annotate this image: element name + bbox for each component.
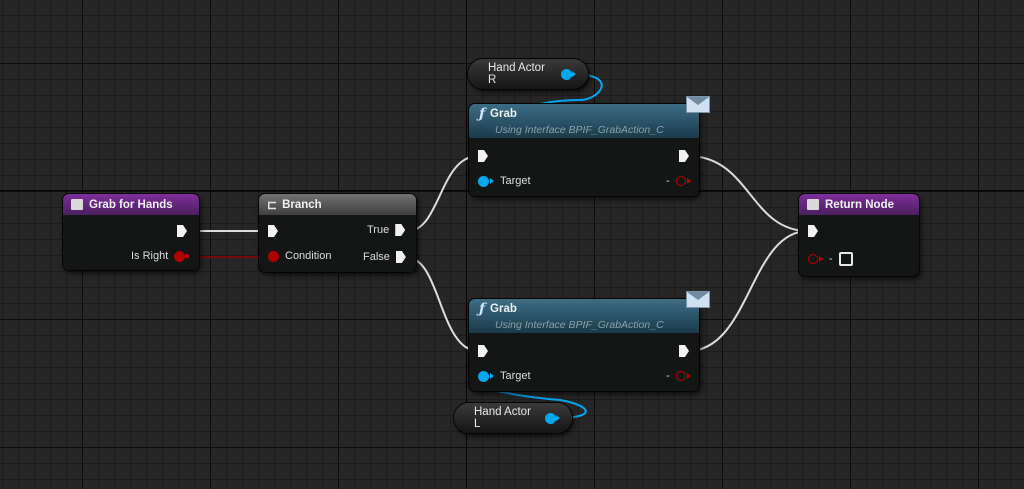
pin-arrow-icon (490, 373, 494, 379)
return-node-icon (807, 199, 819, 210)
exec-in-pin[interactable] (478, 345, 488, 357)
hand-actor-l-pin[interactable] (545, 412, 556, 424)
false-label: False (363, 251, 390, 263)
entry-exec-out-row[interactable] (177, 225, 187, 237)
return-value-checkbox[interactable] (838, 252, 853, 266)
condition-row[interactable]: Condition (268, 250, 331, 262)
envelope-icon (686, 96, 710, 113)
return-value-pin[interactable] (675, 371, 686, 381)
pin-arrow-icon (572, 71, 576, 77)
grab-bottom-header[interactable]: ƒ Grab Using Interface BPIF_GrabAction_C (469, 299, 699, 333)
hand-actor-r-node[interactable]: Hand Actor R (468, 59, 588, 89)
pin-arrow-icon (819, 256, 823, 262)
branch-icon: ⊏ (267, 197, 278, 212)
grab-for-hands-header[interactable]: Grab for Hands (63, 194, 199, 215)
false-exec-pin[interactable] (395, 251, 406, 263)
return-node-title: Return Node (825, 198, 894, 211)
exec-out-pin[interactable] (679, 150, 689, 162)
branch-node[interactable]: ⊏ Branch Condition True False (259, 194, 416, 272)
grab-top-exec-out-row[interactable] (679, 150, 689, 162)
grab-top-return-row[interactable]: - (666, 175, 691, 187)
branch-exec-in-row[interactable] (268, 225, 278, 237)
grab-for-hands-node[interactable]: Grab for Hands Is Right (63, 194, 199, 270)
grab-top-target-row[interactable]: Target (478, 175, 531, 187)
grab-bottom-title: Grab (490, 303, 517, 315)
branch-title: Branch (282, 198, 322, 211)
pin-arrow-icon (686, 178, 691, 184)
pin-arrow-icon (490, 178, 494, 184)
exec-wire-grab-top-return (687, 155, 809, 232)
grab-top-exec-in-row[interactable] (478, 150, 488, 162)
target-label: Target (500, 175, 531, 187)
target-label: Target (500, 370, 531, 382)
return-dash-label: - (829, 253, 833, 265)
return-node-header[interactable]: Return Node (799, 194, 919, 215)
return-exec-in-row[interactable] (808, 225, 818, 237)
exec-wire-true-grab-top (407, 155, 479, 232)
pin-arrow-icon (556, 415, 560, 421)
exec-wire-false-grab-bottom (407, 257, 479, 352)
pin-arrow-icon (686, 373, 691, 379)
return-value-pin[interactable] (808, 254, 818, 264)
is-right-row[interactable]: Is Right (131, 250, 191, 262)
return-value-pin[interactable] (675, 176, 686, 186)
function-icon: ƒ (479, 301, 486, 317)
return-node[interactable]: Return Node - (799, 194, 919, 276)
function-entry-icon (71, 199, 83, 210)
grab-top-node[interactable]: ƒ Grab Using Interface BPIF_GrabAction_C… (469, 104, 699, 196)
grab-top-subtitle: Using Interface BPIF_GrabAction_C (495, 124, 664, 136)
target-pin[interactable] (478, 175, 489, 187)
function-icon: ƒ (479, 106, 486, 122)
return-dash-label: - (666, 175, 670, 187)
grab-top-header[interactable]: ƒ Grab Using Interface BPIF_GrabAction_C (469, 104, 699, 138)
grab-bottom-return-row[interactable]: - (666, 370, 691, 382)
exec-out-pin[interactable] (679, 345, 689, 357)
return-value-row[interactable]: - (808, 252, 853, 266)
return-dash-label: - (666, 370, 670, 382)
grab-bottom-target-row[interactable]: Target (478, 370, 531, 382)
exec-in-pin[interactable] (268, 225, 278, 237)
branch-header[interactable]: ⊏ Branch (259, 194, 416, 215)
envelope-icon (686, 291, 710, 308)
exec-out-pin[interactable] (177, 225, 187, 237)
grab-bottom-exec-in-row[interactable] (478, 345, 488, 357)
exec-in-pin[interactable] (478, 150, 488, 162)
grab-bottom-node[interactable]: ƒ Grab Using Interface BPIF_GrabAction_C… (469, 299, 699, 391)
hand-actor-r-pin[interactable] (561, 68, 572, 80)
exec-in-pin[interactable] (808, 225, 818, 237)
true-label: True (367, 224, 390, 236)
is-right-label: Is Right (131, 250, 169, 262)
hand-actor-r-label: Hand Actor R (488, 62, 545, 86)
pin-arrow-icon (186, 253, 191, 259)
true-row[interactable]: True (367, 224, 406, 236)
condition-pin[interactable] (268, 250, 279, 262)
condition-label: Condition (285, 250, 332, 262)
target-pin[interactable] (478, 370, 489, 382)
hand-actor-l-node[interactable]: Hand Actor L (454, 403, 572, 433)
hand-actor-l-label: Hand Actor L (474, 406, 531, 430)
is-right-pin[interactable] (174, 250, 186, 262)
false-row[interactable]: False (363, 251, 406, 263)
true-exec-pin[interactable] (395, 224, 406, 236)
grab-for-hands-title: Grab for Hands (89, 198, 173, 211)
grab-bottom-exec-out-row[interactable] (679, 345, 689, 357)
grab-bottom-subtitle: Using Interface BPIF_GrabAction_C (495, 319, 664, 331)
grab-top-title: Grab (490, 108, 517, 120)
